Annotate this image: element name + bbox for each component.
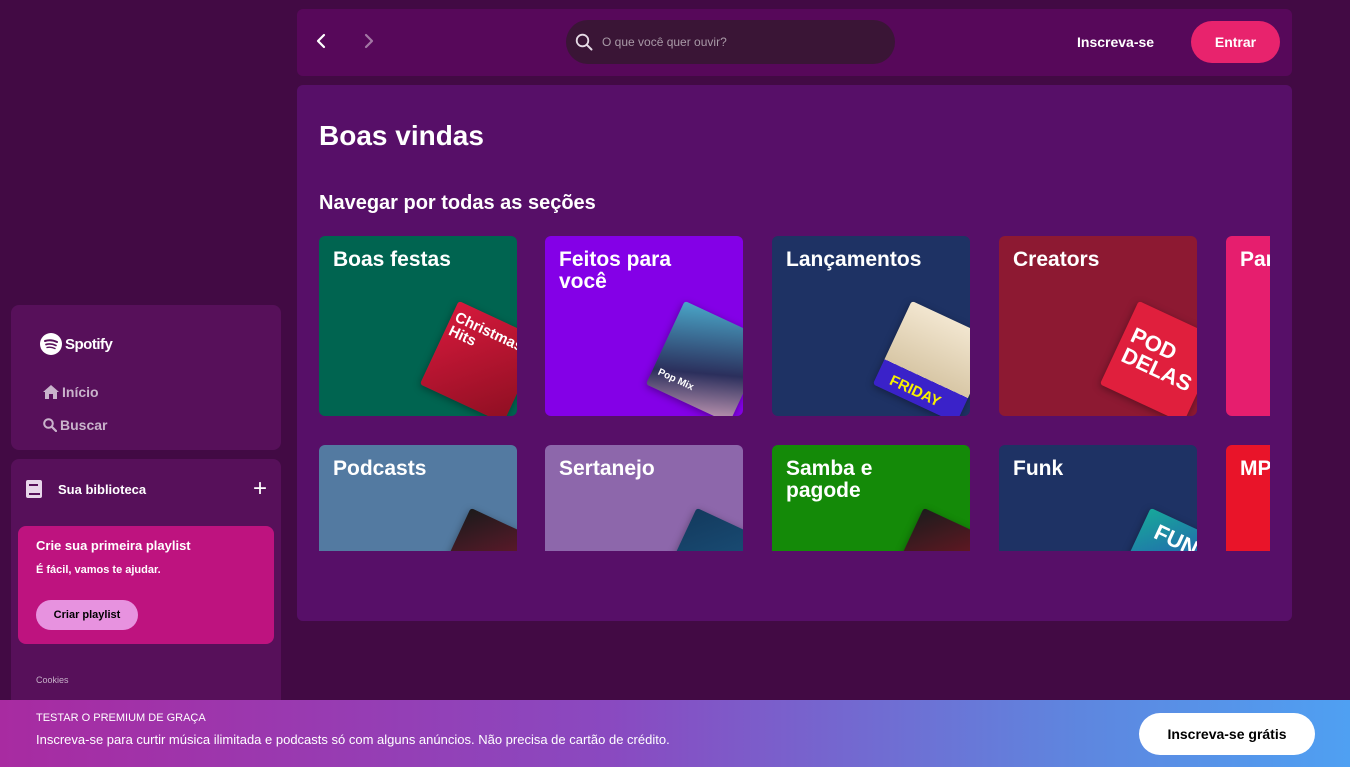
category-label: Sertanejo [559,457,655,480]
cover-art-text: FUN [1150,519,1197,551]
back-button[interactable] [315,33,327,54]
category-tile[interactable]: Boas festas Christmas Hits [319,236,517,416]
premium-banner[interactable]: TESTAR O PREMIUM DE GRAÇA Inscreva-se pa… [0,700,1350,767]
category-cover-image: Pop Mix [645,300,743,416]
search-input[interactable] [602,35,882,49]
nav-search-label: Buscar [60,417,108,433]
create-playlist-button[interactable]: Criar playlist [36,600,138,630]
chevron-left-icon [316,33,326,49]
category-label: Feitos para você [559,248,672,293]
category-tile[interactable]: MPB [1226,445,1270,551]
category-label: Funk [1013,457,1064,480]
category-tile[interactable]: Feitos para você Pop Mix [545,236,743,416]
main-content: Boas vindas Navegar por todas as seções … [297,85,1292,621]
home-icon [43,385,59,399]
cover-art-text: Pop Mix [655,366,696,394]
nav-home-label: Início [62,384,99,400]
category-tile[interactable]: Creators POD DELAS [999,236,1197,416]
search-icon [575,33,593,51]
signup-link[interactable]: Inscreva-se [1077,34,1154,50]
nav-home[interactable]: Início [43,384,99,400]
category-label: Lançamentos [786,248,922,271]
category-label: Podcasts [333,457,427,480]
library-header: Sua biblioteca + [25,477,267,501]
create-playlist-card: Crie sua primeira playlist É fácil, vamo… [18,526,274,644]
top-bar: Inscreva-se Entrar [297,9,1292,76]
category-label: Boas festas [333,248,451,271]
search-box [566,20,895,64]
category-label: MPB [1240,457,1270,480]
category-cover-image: FUN [1111,507,1197,551]
chevron-right-icon [364,33,374,49]
login-button[interactable]: Entrar [1191,21,1280,63]
category-grid: Boas festas Christmas Hits Feitos para v… [319,236,1270,551]
category-label: Samba e pagode [786,457,873,502]
banner-text: Inscreva-se para curtir música ilimitada… [36,732,670,747]
category-tile[interactable]: Samba e pagode [772,445,970,551]
cover-art-text: FRIDAY [886,372,944,411]
category-cover-image [431,507,517,551]
create-playlist-subtitle: É fácil, vamos te ajudar. [36,564,161,576]
create-playlist-title: Crie sua primeira playlist [36,538,191,553]
category-cover-image [657,507,743,551]
category-tile[interactable]: Podcasts [319,445,517,551]
spotify-logo-text: Spotify [65,335,113,353]
category-label: Para [1240,248,1270,271]
cookies-link[interactable]: Cookies [36,675,69,685]
category-cover-image: FRIDAY [872,300,970,416]
spotify-logo-icon [40,333,62,355]
category-cover-image: POD DELAS [1099,300,1197,416]
category-tile[interactable]: Funk FUN [999,445,1197,551]
category-label: Creators [1013,248,1100,271]
add-playlist-button[interactable]: + [253,477,267,501]
forward-button[interactable] [363,33,375,54]
category-cover-image [884,507,970,551]
cover-art-text: Christmas Hits [445,308,517,356]
sidebar-library: Sua biblioteca + Crie sua primeira playl… [11,459,281,709]
signup-free-button[interactable]: Inscreva-se grátis [1139,713,1315,755]
library-title: Sua biblioteca [58,481,147,497]
category-tile[interactable]: Para [1226,236,1270,416]
nav-search[interactable]: Buscar [43,417,107,433]
sidebar-nav: Spotify Início Buscar [11,305,281,450]
spotify-logo[interactable]: Spotify [40,333,113,355]
page-title: Boas vindas [319,120,484,151]
category-tile[interactable]: Sertanejo [545,445,743,551]
banner-title: TESTAR O PREMIUM DE GRAÇA [36,712,206,724]
category-cover-image: Christmas Hits [419,300,517,416]
search-icon [43,418,57,432]
section-title: Navegar por todas as seções [319,192,596,214]
category-tile[interactable]: Lançamentos FRIDAY [772,236,970,416]
library-icon[interactable] [25,479,43,499]
cover-art-text: POD DELAS [1117,322,1196,397]
